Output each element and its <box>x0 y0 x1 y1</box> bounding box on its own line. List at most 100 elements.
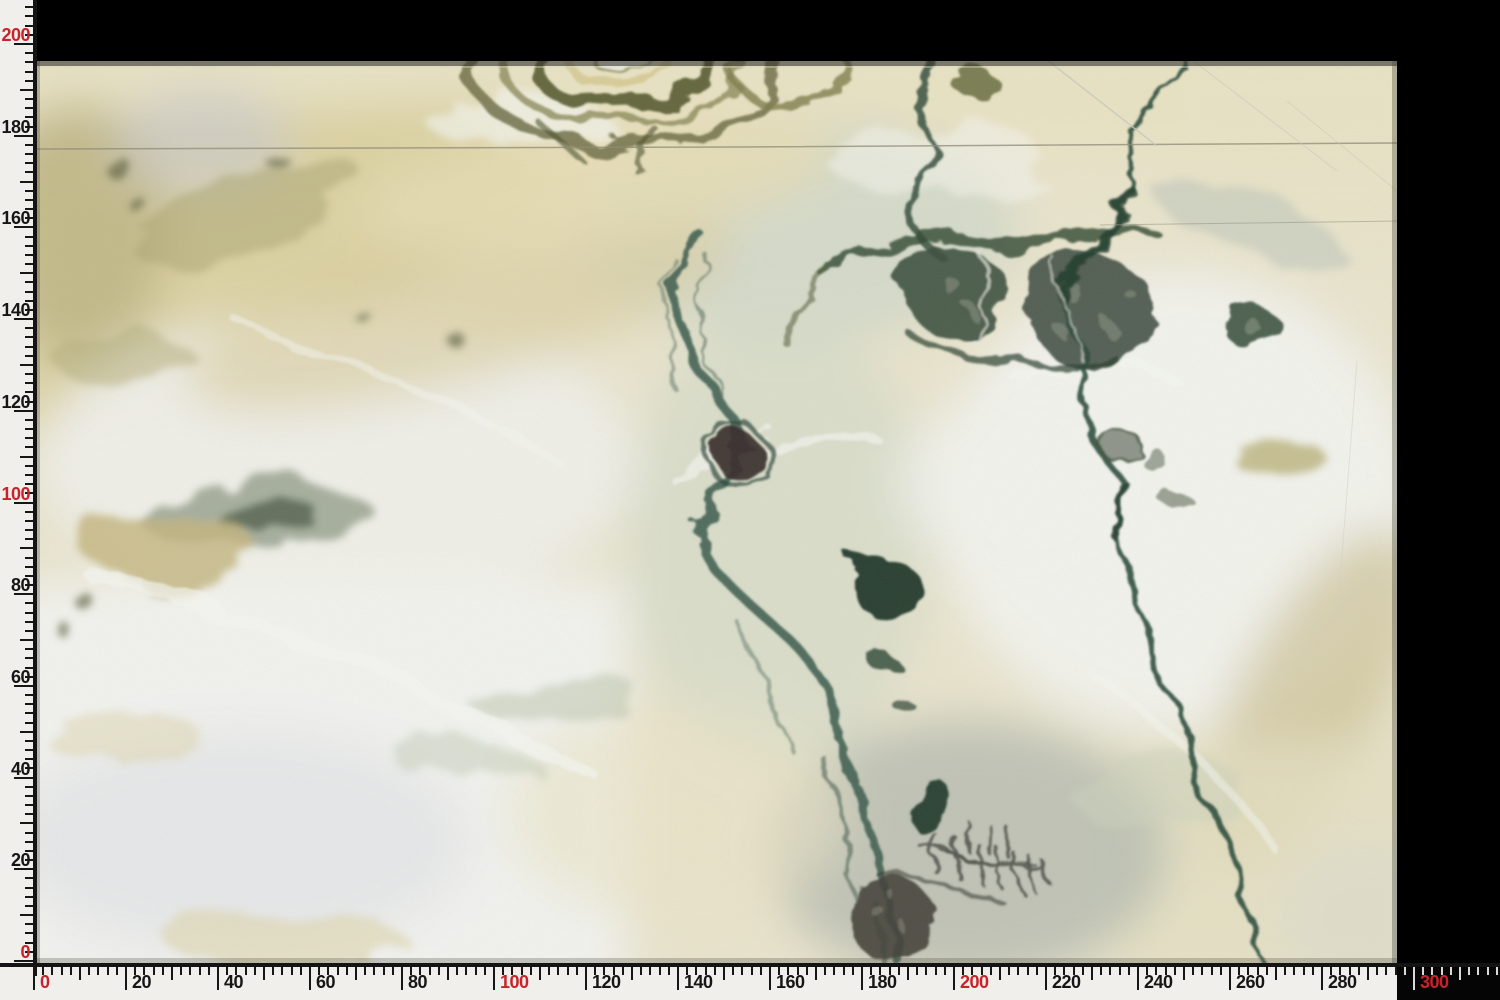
horizontal-ruler-tick <box>1027 967 1029 975</box>
vertical-ruler-label: 20 <box>0 850 30 870</box>
horizontal-ruler-tick <box>300 967 302 975</box>
horizontal-ruler-tick <box>953 967 955 990</box>
horizontal-ruler-label: 180 <box>868 973 897 992</box>
vertical-ruler-label: 40 <box>0 759 30 779</box>
horizontal-ruler-tick <box>125 967 127 990</box>
horizontal-ruler-tick <box>254 967 256 975</box>
horizontal-ruler-tick <box>272 967 274 975</box>
horizontal-ruler-label: 240 <box>1144 973 1173 992</box>
horizontal-ruler-tick <box>88 967 90 975</box>
vertical-ruler-tick <box>25 612 33 614</box>
vertical-ruler-tick <box>25 923 33 925</box>
horizontal-ruler-label: 20 <box>132 973 151 992</box>
vertical-ruler-tick <box>25 877 33 879</box>
vertical-ruler-tick <box>25 703 33 705</box>
horizontal-ruler-tick <box>852 967 854 975</box>
horizontal-ruler-tick <box>383 967 385 975</box>
vertical-ruler-tick <box>25 786 33 788</box>
vertical-ruler-tick <box>25 107 33 109</box>
vertical-ruler-label: 200 <box>0 25 30 45</box>
horizontal-ruler-tick <box>364 967 366 975</box>
horizontal-ruler-tick <box>1017 967 1019 975</box>
vertical-ruler-tick <box>20 89 33 91</box>
horizontal-ruler-tick <box>1450 967 1452 975</box>
horizontal-ruler-label: 0 <box>40 973 50 992</box>
horizontal-ruler-tick <box>217 967 219 990</box>
horizontal-ruler-tick <box>1008 967 1010 975</box>
vertical-ruler-tick <box>25 538 33 540</box>
horizontal-ruler-tick <box>557 967 559 975</box>
horizontal-ruler-tick <box>1109 967 1111 975</box>
horizontal-ruler-tick <box>1404 967 1406 975</box>
horizontal-ruler-tick <box>925 967 927 975</box>
vertical-ruler-tick <box>25 694 33 696</box>
vertical-ruler-tick <box>25 602 33 604</box>
horizontal-ruler-tick <box>116 967 118 975</box>
vertical-ruler-tick <box>25 80 33 82</box>
vertical-ruler-tick <box>25 804 33 806</box>
horizontal-ruler-tick <box>1284 967 1286 975</box>
horizontal-ruler-tick <box>815 967 817 980</box>
horizontal-ruler-label: 100 <box>500 973 529 992</box>
vertical-ruler-tick <box>20 639 33 641</box>
vertical-ruler-tick <box>25 61 33 63</box>
horizontal-ruler-label: 280 <box>1328 973 1357 992</box>
vertical-ruler-tick <box>25 446 33 448</box>
vertical-ruler-label: 0 <box>0 942 30 962</box>
vertical-ruler-tick <box>25 281 33 283</box>
horizontal-ruler-label: 200 <box>960 973 989 992</box>
horizontal-ruler-tick <box>1229 967 1231 990</box>
horizontal-ruler-tick <box>898 967 900 975</box>
vertical-ruler-tick <box>25 52 33 54</box>
vertical-ruler-tick <box>25 71 33 73</box>
vertical-ruler-tick <box>25 153 33 155</box>
vertical-ruler-tick <box>25 236 33 238</box>
horizontal-ruler-tick <box>824 967 826 975</box>
vertical-ruler-label: 180 <box>0 117 30 137</box>
vertical-ruler-tick <box>25 841 33 843</box>
horizontal-ruler-tick <box>751 967 753 975</box>
horizontal-ruler-tick <box>438 967 440 975</box>
horizontal-ruler-label: 40 <box>224 973 243 992</box>
horizontal-ruler-tick <box>861 967 863 990</box>
horizontal-ruler-tick <box>999 967 1001 980</box>
horizontal-ruler-tick <box>429 967 431 975</box>
horizontal-ruler-tick <box>539 967 541 980</box>
horizontal-ruler-tick <box>309 967 311 990</box>
vertical-ruler-tick <box>20 272 33 274</box>
vertical-ruler-label: 120 <box>0 392 30 412</box>
horizontal-ruler-tick <box>1137 967 1139 990</box>
horizontal-ruler-tick <box>1091 967 1093 980</box>
vertical-ruler-tick <box>25 749 33 751</box>
horizontal-ruler-tick <box>456 967 458 975</box>
horizontal-ruler-tick <box>1413 967 1415 990</box>
horizontal-ruler-tick <box>935 967 937 975</box>
horizontal-ruler-tick <box>245 967 247 975</box>
horizontal-ruler-tick <box>585 967 587 990</box>
vertical-ruler-tick <box>25 520 33 522</box>
horizontal-ruler-tick <box>153 967 155 975</box>
horizontal-ruler-tick <box>631 967 633 980</box>
horizontal-ruler-tick <box>576 967 578 975</box>
vertical-ruler-tick <box>25 722 33 724</box>
horizontal-ruler-tick <box>337 967 339 975</box>
vertical-ruler-tick <box>25 382 33 384</box>
horizontal-ruler-tick <box>281 967 283 975</box>
vertical-ruler-tick <box>25 630 33 632</box>
horizontal-ruler-tick <box>33 967 35 990</box>
horizontal-ruler-tick <box>70 967 72 975</box>
vertical-ruler-tick <box>20 822 33 824</box>
horizontal-ruler-tick <box>1082 967 1084 975</box>
vertical-ruler-label: 100 <box>0 484 30 504</box>
vertical-ruler-tick <box>25 199 33 201</box>
horizontal-ruler-tick <box>1477 967 1479 975</box>
horizontal-ruler-tick <box>1174 967 1176 975</box>
horizontal-ruler-tick <box>493 967 495 990</box>
vertical-ruler-tick <box>25 171 33 173</box>
vertical-ruler-tick <box>25 245 33 247</box>
horizontal-ruler-tick <box>1183 967 1185 980</box>
horizontal-ruler-tick <box>1385 967 1387 975</box>
vertical-ruler-tick <box>25 712 33 714</box>
horizontal-ruler-tick <box>1036 967 1038 975</box>
horizontal-ruler-tick <box>944 967 946 975</box>
